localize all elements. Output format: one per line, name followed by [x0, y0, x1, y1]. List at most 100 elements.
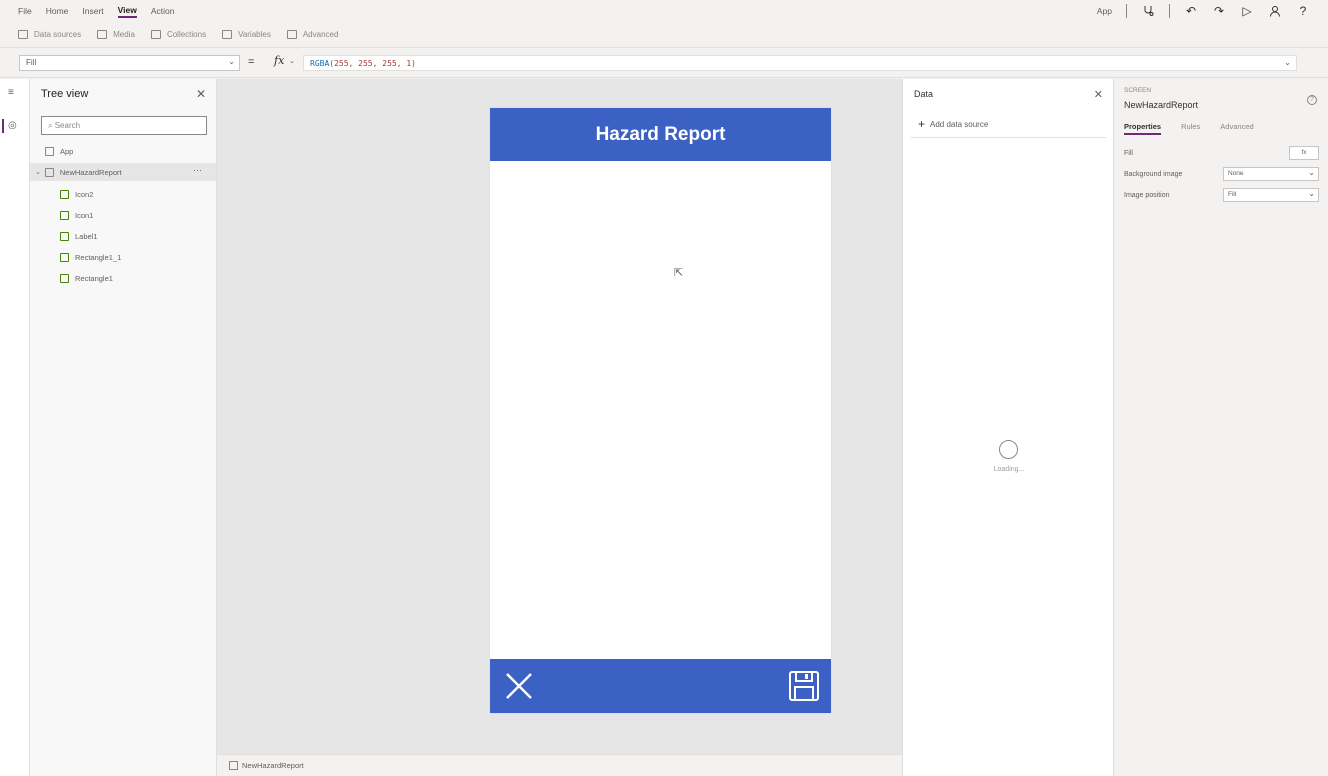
chevron-down-icon[interactable]: ⌄ [35, 168, 41, 176]
plus-icon: + [918, 117, 926, 131]
left-rail: ≡ ◎ [0, 79, 30, 776]
background-image-value: None [1228, 170, 1244, 177]
fill-color-picker[interactable]: fx [1289, 146, 1319, 160]
footer-rectangle[interactable] [490, 659, 831, 713]
hamburger-icon[interactable]: ≡ [8, 87, 14, 98]
background-image-dropdown[interactable]: None ⌄ [1223, 167, 1319, 181]
formula-args: (255, 255, 255, 1) [329, 59, 416, 68]
header-rectangle[interactable]: Hazard Report [490, 108, 831, 161]
stethoscope-icon[interactable] [1141, 4, 1155, 18]
tree-item-label: Icon2 [75, 189, 94, 199]
advanced-label: Advanced [302, 30, 339, 39]
formula-bar: Fill ⌄ = fx ⌄ RGBA(255, 255, 255, 1) ⌄ [0, 48, 1328, 78]
expand-formula-icon[interactable]: ⌄ [1284, 58, 1291, 67]
tree-item-rectangle1[interactable]: Rectangle1 [60, 271, 113, 285]
status-bar: NewHazardReport [217, 754, 902, 776]
undo-icon[interactable]: ↶ [1184, 4, 1198, 18]
tab-properties[interactable]: Properties [1124, 122, 1162, 135]
media-icon [97, 30, 108, 39]
image-position-dropdown[interactable]: Fill ⌄ [1223, 188, 1319, 202]
add-data-source-button[interactable]: + Add data source [918, 117, 988, 131]
tree-item-app[interactable]: App [45, 144, 73, 158]
variables-button[interactable]: Variables [222, 30, 271, 39]
formula-input[interactable]: RGBA(255, 255, 255, 1) ⌄ [303, 55, 1297, 71]
tree-item-icon2[interactable]: Icon2 [60, 187, 93, 201]
variables-label: Variables [238, 30, 271, 39]
tree-item-rectangle1-1[interactable]: Rectangle1_1 [60, 250, 121, 264]
property-dropdown[interactable]: Fill ⌄ [19, 55, 240, 71]
tree-item-label: App [60, 146, 74, 156]
chevron-down-icon[interactable]: ⌄ [289, 57, 295, 65]
save-icon[interactable] [788, 670, 820, 702]
menu-bar: File Home Insert View Action App ↶ ↷ ▷ ? [0, 0, 1328, 22]
selection-name[interactable]: NewHazardReport [1124, 100, 1198, 110]
selection-kind: SCREEN [1124, 87, 1152, 94]
property-value: Fill [26, 58, 37, 67]
redo-icon[interactable]: ↷ [1212, 4, 1226, 18]
screen-icon [44, 167, 54, 177]
shape-control-icon [60, 273, 69, 283]
help-icon[interactable]: ? [1296, 4, 1310, 18]
menu-view[interactable]: View [117, 5, 137, 18]
collections-label: Collections [166, 30, 207, 39]
search-placeholder: Search [54, 121, 81, 130]
media-button[interactable]: Media [97, 30, 135, 39]
tree-item-icon1[interactable]: Icon1 [60, 208, 93, 222]
layers-icon[interactable]: ◎ [8, 120, 17, 131]
menu-action[interactable]: Action [151, 6, 175, 16]
properties-pane: SCREEN NewHazardReport ? Properties Rule… [1115, 79, 1328, 776]
screen-preview[interactable]: Hazard Report [490, 108, 831, 713]
user-icon[interactable] [1268, 4, 1282, 18]
image-position-value: Fill [1228, 191, 1237, 198]
menu-home[interactable]: Home [46, 6, 69, 16]
loading-spinner-icon [999, 440, 1018, 459]
fx-icon[interactable]: fx [274, 54, 284, 67]
icon-control-icon [60, 210, 69, 220]
more-options-icon[interactable]: ··· [193, 165, 202, 175]
help-icon[interactable]: ? [1307, 95, 1317, 105]
data-pane: Data ✕ + Add data source Loading... [902, 79, 1114, 776]
collections-button[interactable]: Collections [150, 30, 207, 39]
image-position-label: Image position [1124, 192, 1170, 199]
menu-insert[interactable]: Insert [82, 6, 103, 16]
divider [1169, 4, 1170, 18]
app-icon [45, 146, 54, 156]
divider [1126, 4, 1127, 18]
screen-selector[interactable]: NewHazardReport [229, 761, 304, 770]
equals-sign: = [248, 56, 255, 68]
chevron-down-icon: ⌄ [1308, 168, 1315, 177]
tab-rules[interactable]: Rules [1181, 122, 1200, 135]
menu-right-tools: App ↶ ↷ ▷ ? [1097, 0, 1310, 22]
cancel-icon[interactable] [504, 671, 534, 701]
power-apps-studio: File Home Insert View Action App ↶ ↷ ▷ ?… [0, 0, 1328, 776]
tree-item-label: Icon1 [75, 210, 94, 220]
search-icon: ⌕ [48, 121, 55, 130]
data-pane-title: Data [914, 89, 934, 99]
menu-file[interactable]: File [18, 6, 32, 16]
tree-item-label1[interactable]: Label1 [60, 229, 98, 243]
loading-text: Loading... [993, 466, 1025, 473]
fill-label: Fill [1124, 150, 1133, 157]
label-control-icon [60, 231, 69, 241]
play-icon[interactable]: ▷ [1240, 4, 1254, 18]
tree-item-label: Rectangle1 [75, 273, 113, 283]
view-toolbar: Data sources Media Collections Variables… [0, 22, 1328, 48]
tree-item-label: Label1 [75, 231, 98, 241]
active-indicator [2, 119, 4, 133]
header-title-label[interactable]: Hazard Report [596, 124, 726, 146]
data-sources-button[interactable]: Data sources [18, 30, 81, 39]
collections-icon [150, 30, 161, 39]
background-image-label: Background image [1124, 171, 1183, 178]
app-checker-label[interactable]: App [1097, 6, 1112, 16]
tab-advanced[interactable]: Advanced [1220, 122, 1253, 135]
advanced-button[interactable]: Advanced [286, 30, 339, 39]
advanced-icon [286, 30, 297, 39]
design-canvas[interactable]: Hazard Report ⇱ [217, 79, 902, 754]
chevron-down-icon: ⌄ [1308, 189, 1315, 198]
close-icon[interactable]: ✕ [1094, 88, 1103, 101]
media-label: Media [113, 30, 135, 39]
tree-search-input[interactable]: ⌕ Search [41, 116, 207, 135]
tree-item-screen[interactable]: ⌄ NewHazardReport [35, 165, 122, 179]
close-icon[interactable]: ✕ [196, 87, 206, 101]
tree-item-label: Rectangle1_1 [75, 252, 122, 262]
